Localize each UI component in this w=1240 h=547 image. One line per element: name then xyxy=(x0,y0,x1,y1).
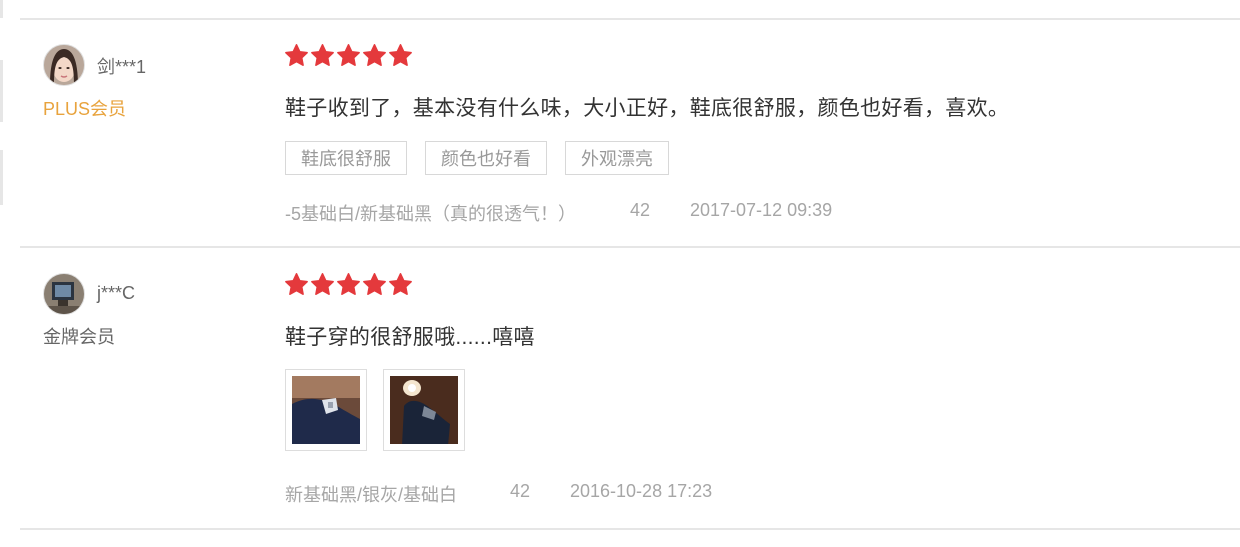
review-image[interactable] xyxy=(285,369,367,451)
review-content: 鞋子穿的很舒服哦......嘻嘻 xyxy=(285,326,535,349)
divider xyxy=(20,18,1240,20)
review-image[interactable] xyxy=(383,369,465,451)
review-tag[interactable]: 鞋底很舒服 xyxy=(285,141,407,175)
review-timestamp: 2017-07-12 09:39 xyxy=(690,200,833,220)
divider xyxy=(20,528,1240,530)
membership-badge: PLUS会员 xyxy=(43,99,127,119)
left-edge xyxy=(0,0,3,547)
review-content: 鞋子收到了，基本没有什么味，大小正好，鞋底很舒服，颜色也好看，喜欢。 xyxy=(285,97,1010,120)
star-icon xyxy=(363,44,386,66)
star-icon xyxy=(311,273,334,295)
review-images xyxy=(285,369,465,451)
avatar[interactable] xyxy=(43,44,85,86)
membership-badge: 金牌会员 xyxy=(43,327,115,347)
product-variant: -5基础白/新基础黑（真的很透气！） xyxy=(285,204,577,224)
star-icon xyxy=(363,273,386,295)
star-icon xyxy=(285,44,308,66)
star-rating xyxy=(284,43,413,68)
review-tag[interactable]: 外观漂亮 xyxy=(565,141,669,175)
review-tag[interactable]: 颜色也好看 xyxy=(425,141,547,175)
product-size: 42 xyxy=(510,481,531,501)
review-timestamp: 2016-10-28 17:23 xyxy=(570,481,713,501)
star-rating xyxy=(284,272,413,297)
divider xyxy=(20,246,1240,248)
product-variant: 新基础黑/银灰/基础白 xyxy=(285,485,458,505)
star-icon xyxy=(311,44,334,66)
review-tags: 鞋底很舒服 颜色也好看 外观漂亮 xyxy=(285,141,669,175)
review-meta: 新基础黑/银灰/基础白 42 2016-10-28 17:23 xyxy=(285,481,712,507)
product-size: 42 xyxy=(630,200,651,220)
star-icon xyxy=(389,273,412,295)
username: j***C xyxy=(97,283,136,303)
star-icon xyxy=(337,44,360,66)
avatar[interactable] xyxy=(43,273,85,315)
star-icon xyxy=(389,44,412,66)
star-icon xyxy=(337,273,360,295)
star-icon xyxy=(285,273,308,295)
username: 剑***1 xyxy=(97,57,147,77)
review-meta: -5基础白/新基础黑（真的很透气！） 42 2017-07-12 09:39 xyxy=(285,200,832,226)
